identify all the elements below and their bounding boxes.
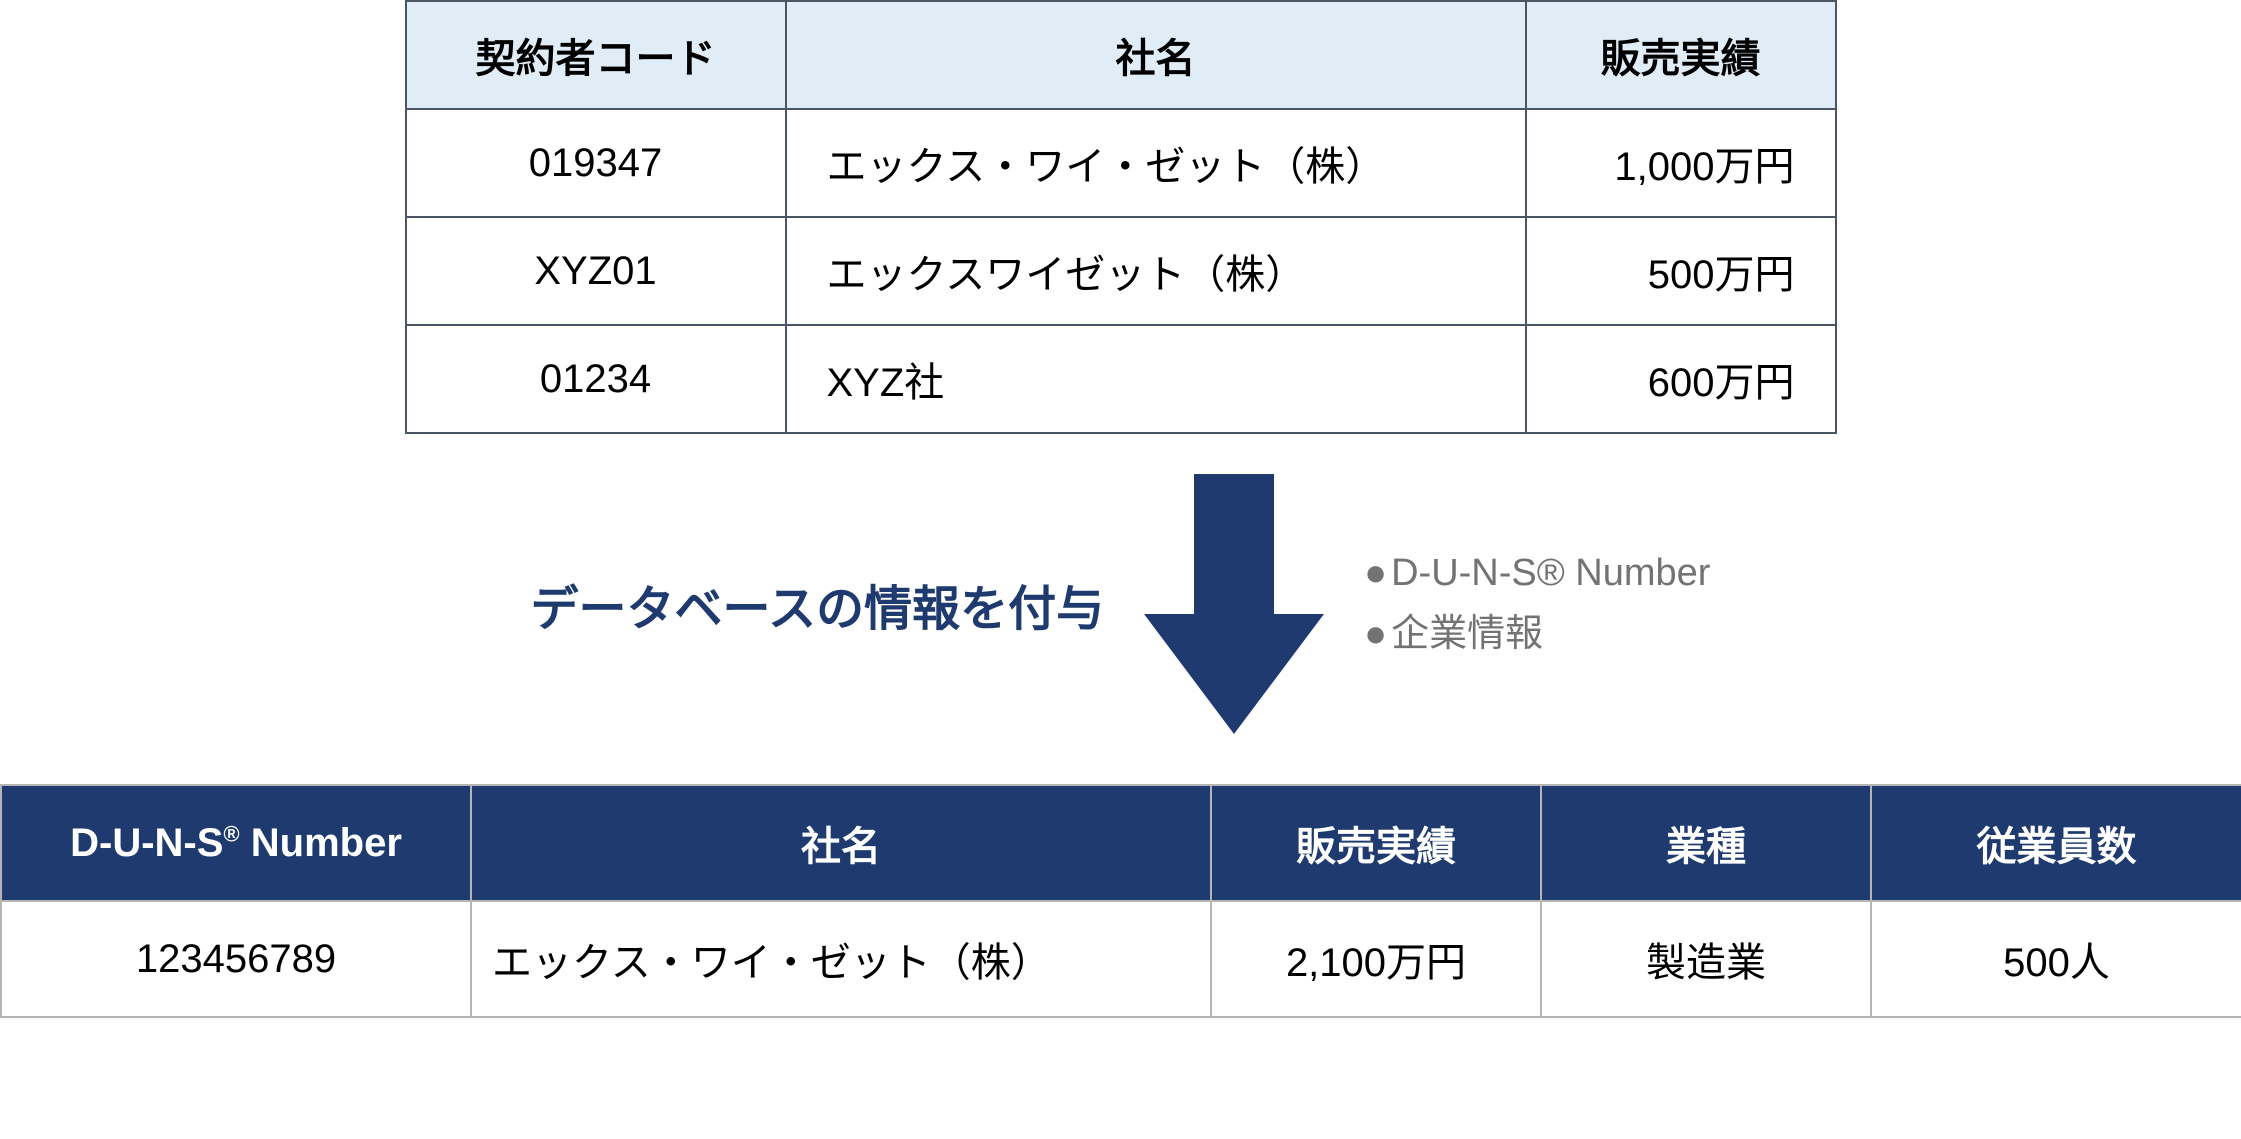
cell-sales: 2,100万円 — [1211, 901, 1541, 1017]
cell-duns-number: 123456789 — [1, 901, 471, 1017]
cell-sales: 1,000万円 — [1526, 109, 1836, 217]
th-duns-number: D-U-N-S® Number — [1, 785, 471, 901]
arrow-down-icon — [1144, 474, 1324, 734]
cell-employees: 500人 — [1871, 901, 2241, 1017]
table-row: 01234 XYZ社 600万円 — [406, 325, 1836, 433]
source-table: 契約者コード 社名 販売実績 019347 エックス・ワイ・ゼット（株） 1,0… — [405, 0, 1837, 434]
list-item: ● D-U-N-S® Number — [1364, 543, 1710, 604]
cell-contractor-code: 019347 — [406, 109, 786, 217]
diagram-container: 契約者コード 社名 販売実績 019347 エックス・ワイ・ゼット（株） 1,0… — [0, 0, 2241, 1018]
table-row: 123456789 エックス・ワイ・ゼット（株） 2,100万円 製造業 500… — [1, 901, 2241, 1017]
transform-section: データベースの情報を付与 ● D-U-N-S® Number ● 企業情報 — [0, 474, 2241, 734]
cell-contractor-code: XYZ01 — [406, 217, 786, 325]
list-item-label: D-U-N-S® Number — [1391, 543, 1710, 604]
cell-sales: 500万円 — [1526, 217, 1836, 325]
th-duns-pre: D-U-N-S — [70, 821, 223, 865]
th-duns-post: Number — [240, 821, 402, 865]
cell-company-name: エックス・ワイ・ゼット（株） — [471, 901, 1211, 1017]
th-company-name: 社名 — [471, 785, 1211, 901]
result-table: D-U-N-S® Number 社名 販売実績 業種 従業員数 12345678… — [0, 784, 2241, 1018]
th-sales: 販売実績 — [1526, 1, 1836, 109]
cell-sales: 600万円 — [1526, 325, 1836, 433]
cell-industry: 製造業 — [1541, 901, 1871, 1017]
cell-company-name: エックスワイゼット（株） — [786, 217, 1526, 325]
appended-info-list: ● D-U-N-S® Number ● 企業情報 — [1364, 543, 1710, 665]
table-row: 019347 エックス・ワイ・ゼット（株） 1,000万円 — [406, 109, 1836, 217]
th-company-name: 社名 — [786, 1, 1526, 109]
th-industry: 業種 — [1541, 785, 1871, 901]
bullet-dot-icon: ● — [1364, 604, 1387, 665]
table-header-row: D-U-N-S® Number 社名 販売実績 業種 従業員数 — [1, 785, 2241, 901]
th-duns-sup: ® — [223, 821, 239, 846]
cell-company-name: XYZ社 — [786, 325, 1526, 433]
cell-contractor-code: 01234 — [406, 325, 786, 433]
list-item-label: 企業情報 — [1391, 604, 1543, 665]
list-item: ● 企業情報 — [1364, 604, 1710, 665]
table-header-row: 契約者コード 社名 販売実績 — [406, 1, 1836, 109]
th-sales: 販売実績 — [1211, 785, 1541, 901]
th-employees: 従業員数 — [1871, 785, 2241, 901]
transform-label: データベースの情報を付与 — [531, 569, 1105, 639]
th-contractor-code: 契約者コード — [406, 1, 786, 109]
cell-company-name: エックス・ワイ・ゼット（株） — [786, 109, 1526, 217]
table-row: XYZ01 エックスワイゼット（株） 500万円 — [406, 217, 1836, 325]
bullet-dot-icon: ● — [1364, 543, 1387, 604]
